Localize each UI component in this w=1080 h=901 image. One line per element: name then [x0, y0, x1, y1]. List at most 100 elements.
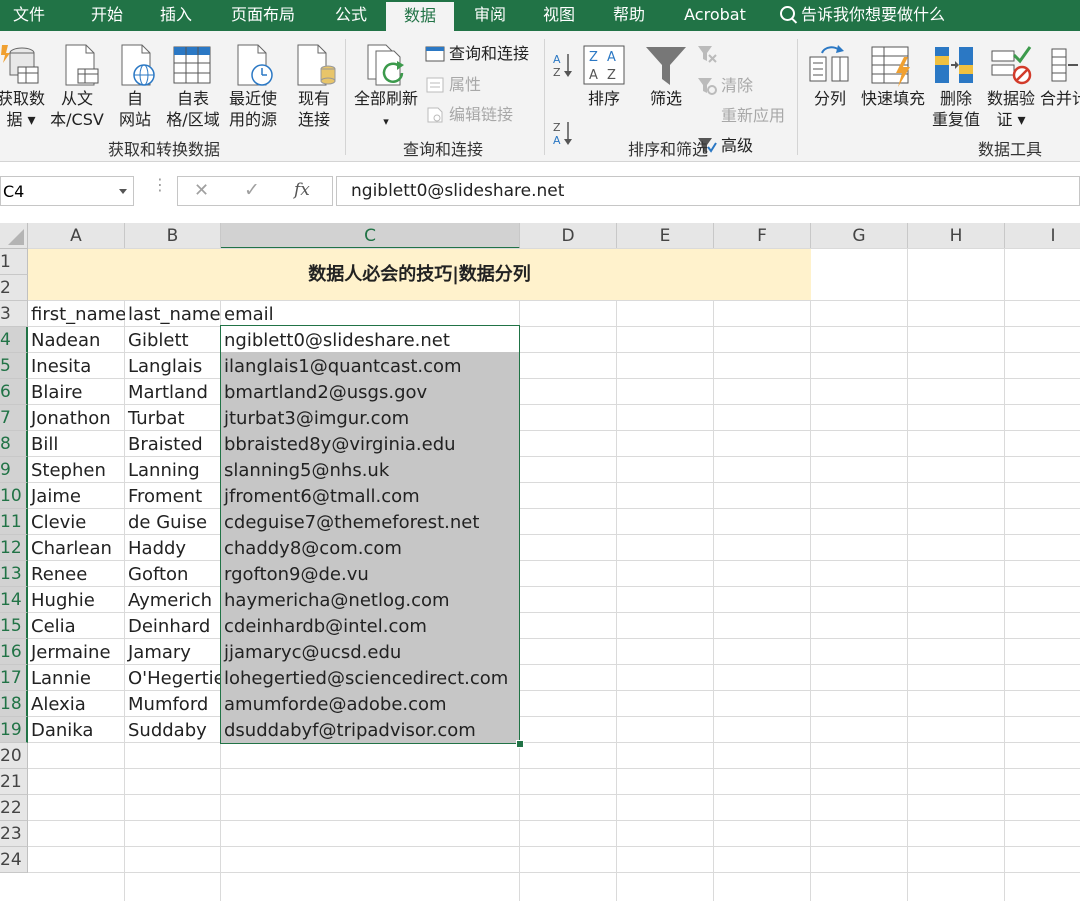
- tab-file[interactable]: 文件: [0, 0, 58, 31]
- tab-acrobat[interactable]: Acrobat: [670, 0, 760, 31]
- last-name-cell[interactable]: O'Hegertie: [125, 665, 221, 691]
- row-header-2[interactable]: 2: [0, 275, 28, 301]
- first-name-cell[interactable]: Stephen: [28, 457, 125, 483]
- last-name-cell[interactable]: Aymerich: [125, 587, 221, 613]
- row-header-14[interactable]: 14: [0, 587, 28, 613]
- row-header-12[interactable]: 12: [0, 535, 28, 561]
- name-box[interactable]: C4: [0, 176, 134, 206]
- column-header-d[interactable]: D: [520, 223, 617, 249]
- text-to-columns-button[interactable]: 分列: [806, 88, 854, 109]
- row-header-22[interactable]: 22: [0, 795, 28, 821]
- first-name-cell[interactable]: Blaire: [28, 379, 125, 405]
- corner-select-all[interactable]: [0, 223, 28, 249]
- header-cell-first-name[interactable]: first_name: [28, 301, 125, 327]
- last-name-cell[interactable]: Martland: [125, 379, 221, 405]
- first-name-cell[interactable]: Jonathon: [28, 405, 125, 431]
- header-cell-email[interactable]: email: [221, 301, 520, 327]
- column-header-e[interactable]: E: [617, 223, 714, 249]
- fill-handle[interactable]: [516, 740, 524, 748]
- last-name-cell[interactable]: Braisted: [125, 431, 221, 457]
- from-table-range-button[interactable]: 自表 格/区域: [160, 88, 226, 130]
- first-name-cell[interactable]: Hughie: [28, 587, 125, 613]
- last-name-cell[interactable]: Haddy: [125, 535, 221, 561]
- remove-duplicates-button[interactable]: 删除 重复值: [928, 88, 984, 130]
- clear-filter-button[interactable]: 清除: [721, 76, 753, 96]
- refresh-all-button[interactable]: 全部刷新 ▾: [350, 88, 422, 132]
- row-header-20[interactable]: 20: [0, 743, 28, 769]
- first-name-cell[interactable]: Jaime: [28, 483, 125, 509]
- last-name-cell[interactable]: Giblett: [125, 327, 221, 353]
- from-text-csv-button[interactable]: 从文 本/CSV: [46, 88, 108, 130]
- properties-button[interactable]: 属性: [449, 75, 481, 95]
- column-header-a[interactable]: A: [28, 223, 125, 249]
- row-header-13[interactable]: 13: [0, 561, 28, 587]
- reapply-button[interactable]: 重新应用: [721, 106, 785, 126]
- tell-me-search[interactable]: 告诉我你想要做什么: [780, 0, 945, 31]
- first-name-cell[interactable]: Lannie: [28, 665, 125, 691]
- row-header-5[interactable]: 5: [0, 353, 28, 379]
- column-header-b[interactable]: B: [125, 223, 221, 249]
- row-header-18[interactable]: 18: [0, 691, 28, 717]
- tab-data[interactable]: 数据: [386, 0, 454, 33]
- tab-insert[interactable]: 插入: [142, 0, 210, 31]
- first-name-cell[interactable]: Nadean: [28, 327, 125, 353]
- row-header-7[interactable]: 7: [0, 405, 28, 431]
- first-name-cell[interactable]: Renee: [28, 561, 125, 587]
- first-name-cell[interactable]: Jermaine: [28, 639, 125, 665]
- insert-function-icon[interactable]: fx: [294, 180, 310, 200]
- first-name-cell[interactable]: Danika: [28, 717, 125, 743]
- row-header-21[interactable]: 21: [0, 769, 28, 795]
- filter-button[interactable]: 筛选: [642, 88, 690, 109]
- column-header-g[interactable]: G: [811, 223, 908, 249]
- column-header-i[interactable]: I: [1005, 223, 1080, 249]
- chevron-down-icon[interactable]: [119, 189, 127, 194]
- tab-home[interactable]: 开始: [72, 0, 142, 31]
- last-name-cell[interactable]: Turbat: [125, 405, 221, 431]
- row-header-4[interactable]: 4: [0, 327, 28, 353]
- row-header-3[interactable]: 3: [0, 301, 28, 327]
- advanced-filter-button[interactable]: 高级: [721, 136, 753, 156]
- column-header-f[interactable]: F: [714, 223, 811, 249]
- sheet-title[interactable]: 数据人必会的技巧|数据分列: [28, 249, 811, 300]
- last-name-cell[interactable]: Deinhard: [125, 613, 221, 639]
- row-header-17[interactable]: 17: [0, 665, 28, 691]
- first-name-cell[interactable]: Celia: [28, 613, 125, 639]
- recent-sources-button[interactable]: 最近使 用的源: [222, 88, 284, 130]
- first-name-cell[interactable]: Bill: [28, 431, 125, 457]
- data-validation-button[interactable]: 数据验证 ▾: [982, 88, 1040, 130]
- last-name-cell[interactable]: Langlais: [125, 353, 221, 379]
- last-name-cell[interactable]: Mumford: [125, 691, 221, 717]
- tab-view[interactable]: 视图: [526, 0, 592, 31]
- formula-input[interactable]: ngiblett0@slideshare.net: [336, 176, 1080, 206]
- row-header-11[interactable]: 11: [0, 509, 28, 535]
- row-header-6[interactable]: 6: [0, 379, 28, 405]
- row-header-8[interactable]: 8: [0, 431, 28, 457]
- last-name-cell[interactable]: Gofton: [125, 561, 221, 587]
- column-header-c[interactable]: C: [221, 223, 520, 249]
- tab-page-layout[interactable]: 页面布局: [218, 0, 308, 31]
- row-header-1[interactable]: 1: [0, 249, 28, 275]
- row-header-15[interactable]: 15: [0, 613, 28, 639]
- tab-review[interactable]: 审阅: [458, 0, 522, 31]
- first-name-cell[interactable]: Clevie: [28, 509, 125, 535]
- first-name-cell[interactable]: Alexia: [28, 691, 125, 717]
- first-name-cell[interactable]: Charlean: [28, 535, 125, 561]
- row-header-23[interactable]: 23: [0, 821, 28, 847]
- enter-icon[interactable]: ✓: [244, 179, 260, 201]
- tab-formulas[interactable]: 公式: [318, 0, 384, 31]
- sort-button[interactable]: 排序: [580, 88, 628, 109]
- last-name-cell[interactable]: Froment: [125, 483, 221, 509]
- row-header-16[interactable]: 16: [0, 639, 28, 665]
- row-header-24[interactable]: 24: [0, 847, 28, 873]
- row-header-10[interactable]: 10: [0, 483, 28, 509]
- flash-fill-button[interactable]: 快速填充: [856, 88, 930, 109]
- row-header-19[interactable]: 19: [0, 717, 28, 743]
- consolidate-button[interactable]: 合并计: [1040, 88, 1080, 109]
- from-web-button[interactable]: 自网站: [110, 88, 160, 130]
- tab-help[interactable]: 帮助: [596, 0, 662, 31]
- queries-connections-button[interactable]: 查询和连接: [449, 44, 529, 64]
- edit-links-button[interactable]: 编辑链接: [449, 105, 513, 125]
- last-name-cell[interactable]: Lanning: [125, 457, 221, 483]
- header-cell-last-name[interactable]: last_name: [125, 301, 221, 327]
- last-name-cell[interactable]: de Guise: [125, 509, 221, 535]
